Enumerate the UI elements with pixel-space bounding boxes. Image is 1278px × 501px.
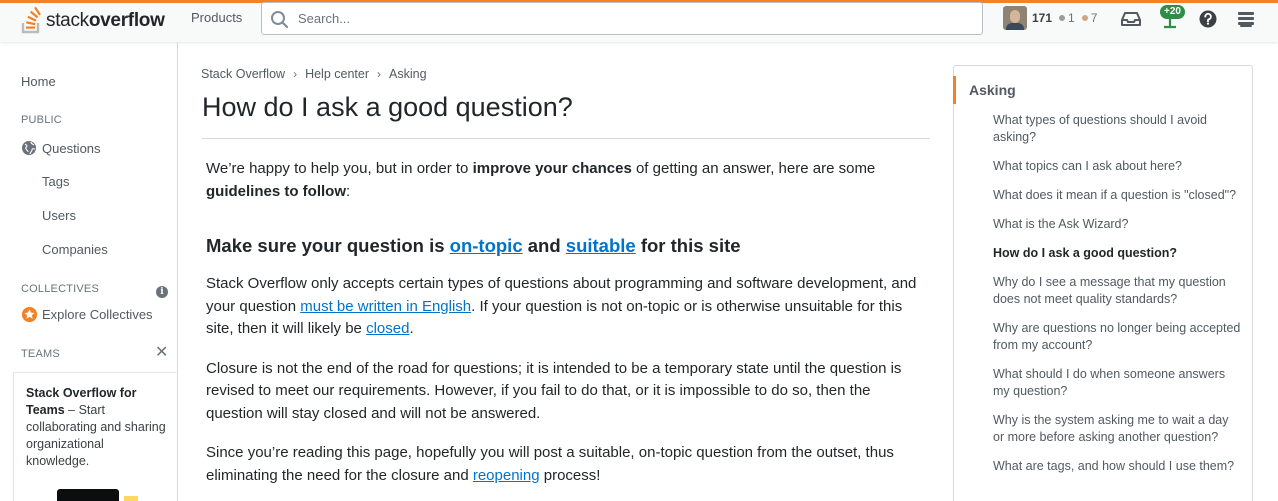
left-sidebar: Home PUBLIC Questions Tags Users Compani…: [0, 42, 178, 501]
logo-word-stack: stack: [46, 10, 89, 31]
breadcrumb-help-center[interactable]: Help center: [305, 67, 369, 81]
stackoverflow-logo[interactable]: stackoverflow: [20, 3, 165, 39]
topic-link[interactable]: Why do I see a message that my question …: [993, 274, 1243, 308]
article-body: We’re happy to help you, but in order to…: [206, 158, 928, 501]
reputation-count: 171: [1032, 11, 1053, 25]
teams-promo-image: [57, 489, 119, 501]
globe-icon: [22, 141, 36, 155]
breadcrumb-stack-overflow[interactable]: Stack Overflow: [201, 67, 285, 81]
intro-text: We’re happy to help you, but in order to: [206, 160, 473, 177]
paragraph-text: process!: [539, 466, 601, 484]
topic-link[interactable]: Why are questions no longer being accept…: [993, 320, 1243, 354]
nav-section-teams: TEAMS: [21, 348, 60, 360]
intro-emphasis: guidelines to follow: [206, 182, 346, 200]
breadcrumb-separator-icon: ›: [377, 67, 381, 81]
topic-link[interactable]: What types of questions should I avoid a…: [993, 112, 1243, 146]
topic-link[interactable]: What does it mean if a question is "clos…: [993, 187, 1243, 204]
topic-link[interactable]: What are tags, and how should I use them…: [993, 458, 1243, 475]
inbox-icon[interactable]: [1121, 9, 1141, 29]
nav-users[interactable]: Users: [42, 208, 76, 223]
achievements-badge[interactable]: +20: [1160, 5, 1185, 19]
topic-link-active[interactable]: How do I ask a good question?: [993, 245, 1243, 262]
nav-questions[interactable]: Questions: [21, 140, 101, 156]
nav-questions-label: Questions: [42, 140, 101, 156]
reopening-link[interactable]: reopening: [473, 467, 540, 484]
info-icon[interactable]: i: [156, 286, 168, 298]
suitable-link[interactable]: suitable: [566, 235, 636, 256]
intro-text: of getting an answer, here are some: [631, 160, 876, 177]
english-link[interactable]: must be written in English: [300, 298, 471, 315]
topic-link[interactable]: What topics can I ask about here?: [993, 158, 1243, 175]
top-bar: stackoverflow Products 171 1 7 +20: [0, 0, 1278, 42]
search-input[interactable]: [298, 11, 948, 26]
logo-word-overflow: overflow: [88, 10, 165, 31]
nav-section-collectives: COLLECTIVES: [21, 283, 100, 295]
teams-promo-decoration: [124, 496, 138, 501]
nav-explore-collectives[interactable]: Explore Collectives: [21, 306, 153, 323]
asking-topic-list: What types of questions should I avoid a…: [993, 112, 1243, 487]
bronze-badge-count: 7: [1090, 11, 1098, 25]
intro-emphasis: improve your chances: [472, 160, 632, 177]
nav-explore-collectives-label: Explore Collectives: [42, 307, 153, 322]
breadcrumb-separator-icon: ›: [293, 67, 298, 81]
active-section-indicator: [953, 76, 956, 104]
section-heading: Make sure your question is on-topic and …: [206, 234, 928, 258]
heading-text: and: [522, 235, 566, 256]
nav-companies[interactable]: Companies: [42, 242, 108, 257]
silver-badge-icon: [1059, 15, 1066, 21]
bronze-badge-icon: [1081, 15, 1088, 21]
asking-topics-panel: Asking What types of questions should I …: [953, 65, 1253, 501]
heading-text: Make sure your question is: [206, 235, 450, 256]
breadcrumb-asking[interactable]: Asking: [389, 67, 427, 81]
title-divider: [202, 138, 930, 139]
breadcrumb: Stack Overflow › Help center › Asking: [201, 67, 427, 81]
silver-badge-count: 1: [1068, 11, 1075, 25]
teams-promo: Stack Overflow for Teams – Start collabo…: [13, 372, 178, 501]
page-title: How do I ask a good question?: [202, 92, 573, 122]
collectives-icon: [21, 306, 38, 323]
topic-link[interactable]: What should I do when someone answers my…: [993, 366, 1243, 400]
asking-panel-heading[interactable]: Asking: [969, 82, 1016, 98]
user-profile-link[interactable]: 171 1 7: [1003, 5, 1097, 31]
stackoverflow-logo-icon: [21, 6, 41, 34]
search-icon: [271, 10, 289, 28]
close-icon[interactable]: ✕: [155, 345, 168, 361]
intro-text: :: [346, 182, 351, 200]
nav-home[interactable]: Home: [21, 74, 56, 89]
help-icon[interactable]: [1198, 9, 1218, 29]
nav-section-public: PUBLIC: [21, 114, 62, 126]
avatar: [1003, 6, 1027, 30]
on-topic-link[interactable]: on-topic: [450, 235, 523, 256]
nav-tags[interactable]: Tags: [42, 174, 69, 189]
intro-paragraph: We’re happy to help you, but in order to…: [206, 158, 928, 203]
paragraph-text: .: [409, 320, 414, 337]
products-menu[interactable]: Products: [191, 10, 242, 25]
topic-link[interactable]: Why is the system asking me to wait a da…: [993, 412, 1243, 446]
reading-paragraph: Since you’re reading this page, hopefull…: [206, 442, 928, 487]
topic-link[interactable]: What is the Ask Wizard?: [993, 216, 1243, 233]
closed-link[interactable]: closed: [366, 320, 409, 337]
site-switcher-icon[interactable]: [1236, 9, 1256, 29]
topic-paragraph: Stack Overflow only accepts certain type…: [206, 273, 928, 341]
closure-paragraph: Closure is not the end of the road for q…: [206, 359, 902, 422]
heading-text: for this site: [635, 235, 741, 256]
search-box[interactable]: [261, 2, 983, 35]
